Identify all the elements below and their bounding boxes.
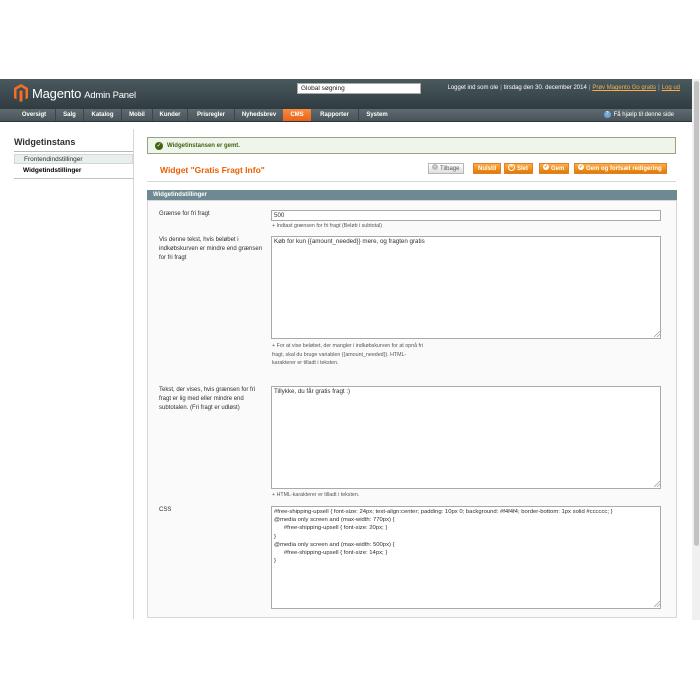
- success-message-text: Widgetinstansen er gemt.: [167, 143, 240, 149]
- reached-threshold-textarea[interactable]: Tillykke, du får gratis fragt :): [271, 386, 661, 489]
- sidebar-tab-widget-settings[interactable]: Widgetindstillinger: [14, 166, 133, 176]
- magento-logo-icon: [14, 84, 28, 102]
- css-textarea-resize-handle[interactable]: [654, 601, 660, 607]
- save-continue-check-icon: ✓: [578, 164, 584, 171]
- save-button[interactable]: ✓ Gem: [539, 163, 570, 174]
- help-icon: ?: [603, 110, 611, 118]
- threshold-input[interactable]: 500: [271, 210, 661, 221]
- global-search-input[interactable]: Global søgning: [297, 83, 421, 94]
- nav-katalog[interactable]: Katalog: [83, 109, 121, 121]
- back-button-label: Tilbage: [440, 166, 460, 172]
- sidebar-tab-frontend-settings[interactable]: Frontendindstillinger: [14, 154, 133, 164]
- main-nav: Oversigt Salg Katalog Mobil Kunder Prisr…: [0, 109, 700, 122]
- logout-link[interactable]: Log ud: [662, 85, 680, 91]
- nav-nyhedsbrev[interactable]: Nyhedsbrev: [234, 109, 283, 121]
- try-magento-go-link[interactable]: Prøv Magento Go gratis: [592, 85, 656, 91]
- help-label: Få hjælp til denne side: [613, 112, 674, 118]
- page-scrollbar-thumb[interactable]: [694, 81, 699, 546]
- delete-button[interactable]: × Slet: [504, 163, 534, 174]
- header-links: Logget ind som ole | tirsdag den 30. decem…: [447, 85, 680, 91]
- reached-threshold-label: Tekst, der vises, hvis grænsen for fri f…: [159, 387, 256, 411]
- column-divider: [133, 129, 134, 619]
- reached-threshold-note: + HTML-karakterer er tilladt i teksten.: [272, 492, 360, 498]
- nav-oversigt[interactable]: Oversigt: [14, 109, 54, 121]
- magento-logo[interactable]: Magento Admin Panel: [14, 84, 136, 102]
- save-continue-button-label: Gem og fortsæt redigering: [586, 166, 662, 172]
- css-textarea[interactable]: #free-shipping-upsell { font-size: 24px;…: [271, 506, 661, 609]
- save-check-icon: ✓: [543, 164, 549, 171]
- nav-kunder[interactable]: Kunder: [152, 109, 187, 121]
- logo-text: Magento Admin Panel: [32, 85, 136, 101]
- success-check-icon: ✓: [155, 142, 163, 150]
- below-threshold-note: + For at vise beløbet, der mangler i ind…: [272, 343, 423, 366]
- header-date: tirsdag den 30. december 2014: [503, 85, 587, 91]
- nav-cms[interactable]: CMS: [283, 109, 311, 121]
- delete-button-label: Slet: [517, 166, 529, 172]
- nav-prisregler[interactable]: Prisregler: [187, 109, 234, 121]
- fieldset-header: Widgetindstillinger: [147, 190, 677, 200]
- back-arrow-icon: ‹: [432, 164, 438, 171]
- css-label: CSS: [159, 507, 172, 513]
- sidebar-divider: [14, 151, 133, 152]
- save-button-label: Gem: [551, 166, 565, 172]
- reset-button[interactable]: Nulstil: [473, 163, 502, 174]
- below-threshold-textarea[interactable]: Køb for kun {{amount_needed}} mere, og f…: [271, 236, 661, 339]
- nav-system[interactable]: System: [358, 109, 395, 121]
- reset-button-label: Nulstil: [478, 166, 497, 172]
- page-title: Widget "Gratis Fragt Info": [160, 165, 265, 175]
- sidebar-title: Widgetinstans: [14, 137, 76, 147]
- threshold-note: + Indtast grænsen for fri fragt (Beløb i…: [272, 223, 382, 229]
- nav-rapporter[interactable]: Rapporter: [312, 109, 357, 121]
- logo-subtitle: Admin Panel: [84, 89, 136, 101]
- logged-in-user: Logget ind som ole: [447, 85, 499, 91]
- below-threshold-label: Vis denne tekst, hvis beløbet i indkøbsk…: [159, 237, 263, 261]
- back-button[interactable]: ‹ Tilbage: [428, 163, 465, 174]
- threshold-label: Grænse for fri fragt: [159, 211, 210, 217]
- success-message: ✓ Widgetinstansen er gemt.: [147, 137, 676, 154]
- below-textarea-resize-handle[interactable]: [654, 331, 660, 337]
- nav-salg[interactable]: Salg: [55, 109, 83, 121]
- reached-textarea-resize-handle[interactable]: [654, 481, 660, 487]
- help-link[interactable]: ? Få hjælp til denne side: [603, 109, 674, 121]
- save-continue-button[interactable]: ✓ Gem og fortsæt redigering: [574, 163, 667, 174]
- nav-mobil[interactable]: Mobil: [121, 109, 152, 121]
- delete-icon: ×: [508, 163, 515, 171]
- title-divider: [147, 181, 676, 182]
- sidebar-divider-bottom: [14, 178, 133, 179]
